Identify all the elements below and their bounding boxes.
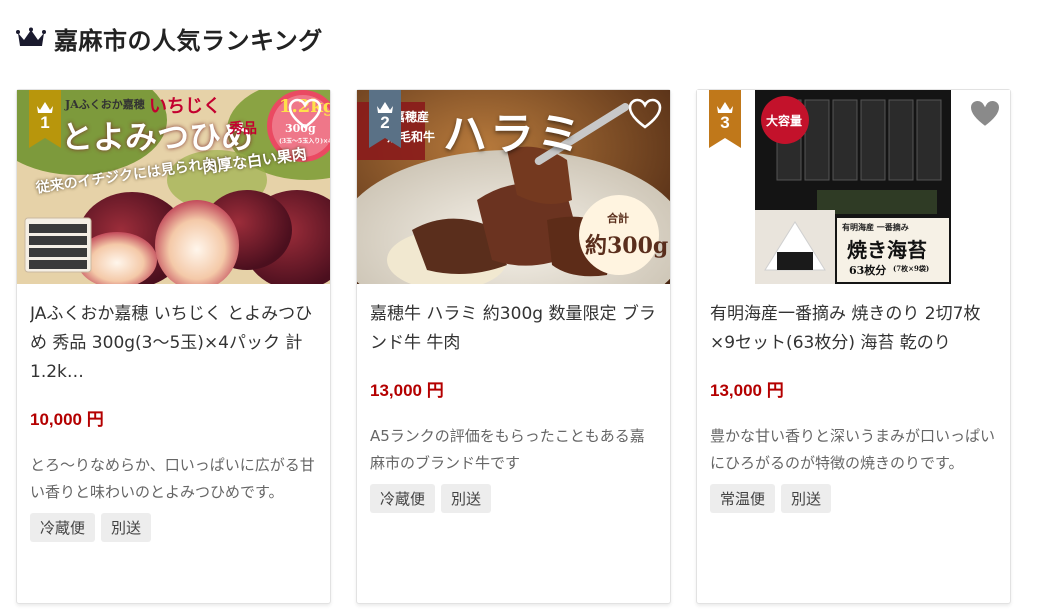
image-text: 約300g <box>585 233 669 259</box>
rank-badge: 2 <box>369 90 401 148</box>
rank-badge: 3 <box>709 90 741 148</box>
card-body: 有明海産一番摘み 焼きのり 2切7枚×9セット(63枚分) 海苔 乾のり 13,… <box>710 300 997 513</box>
product-title[interactable]: JAふくおか嘉穂 いちじく とよみつひめ 秀品 300g(3～5玉)×4パック … <box>30 300 317 387</box>
card-body: 嘉穂牛 ハラミ 約300g 数量限定 ブランド牛 牛肉 13,000 円 A5ラ… <box>370 300 657 513</box>
tag-list: 常温便 別送 <box>710 484 997 513</box>
product-image[interactable]: JAふくおか嘉穂 いちじく とよみつひめ 秀品 1.2kg 300g (3玉～5… <box>17 90 330 284</box>
image-text: (7枚×9袋) <box>893 264 930 273</box>
heart-icon <box>288 98 322 129</box>
heart-icon <box>968 98 1002 129</box>
product-card[interactable]: 大容量 有明海産 一番摘み 焼き海苔 63枚分 (7枚×9袋) 3 有明海産一番… <box>696 89 1011 604</box>
tag-list: 冷蔵便 別送 <box>370 484 657 513</box>
image-text: 焼き海苔 <box>847 238 927 262</box>
price: 13,000 円 <box>370 381 444 400</box>
product-title[interactable]: 有明海産一番摘み 焼きのり 2切7枚×9セット(63枚分) 海苔 乾のり <box>710 300 997 358</box>
product-image[interactable]: 嘉穂産 黒毛和牛 ハラミ 合計 約300g 2 <box>357 90 670 284</box>
shipping-tag: 別送 <box>441 484 492 513</box>
favorite-heart-button[interactable] <box>288 98 322 130</box>
favorite-heart-button[interactable] <box>628 98 662 130</box>
favorite-heart-button[interactable] <box>968 98 1002 130</box>
shipping-tag: 常温便 <box>710 484 776 513</box>
section-title: 嘉麻市の人気ランキング <box>54 26 323 55</box>
image-text: 秀品 <box>229 121 257 137</box>
price: 10,000 円 <box>30 410 104 429</box>
rank-number: 2 <box>380 113 390 132</box>
product-description: A5ランクの評価をもらったこともある嘉麻市のブランド牛です <box>370 427 645 472</box>
image-text: 合計 <box>607 212 629 225</box>
product-card[interactable]: 嘉穂産 黒毛和牛 ハラミ 合計 約300g 2 嘉穂牛 ハラミ 約300g 数量… <box>356 89 671 604</box>
shipping-tag: 冷蔵便 <box>30 513 96 542</box>
image-text: 大容量 <box>766 114 803 128</box>
shipping-tag: 冷蔵便 <box>370 484 436 513</box>
product-card[interactable]: JAふくおか嘉穂 いちじく とよみつひめ 秀品 1.2kg 300g (3玉～5… <box>16 89 331 604</box>
tag-list: 冷蔵便 別送 <box>30 513 317 542</box>
shipping-tag: 別送 <box>781 484 832 513</box>
price: 13,000 円 <box>710 381 784 400</box>
product-image[interactable]: 大容量 有明海産 一番摘み 焼き海苔 63枚分 (7枚×9袋) 3 <box>697 90 1010 284</box>
card-body: JAふくおか嘉穂 いちじく とよみつひめ 秀品 300g(3～5玉)×4パック … <box>30 300 317 542</box>
image-text: 63枚分 <box>849 264 887 277</box>
heart-icon <box>628 98 662 129</box>
product-description: 豊かな甘い香りと深いうまみが口いっぱいにひろがるのが特徴の焼きのりです。 <box>710 427 996 472</box>
crown-icon <box>16 27 46 49</box>
rank-number: 1 <box>40 113 50 132</box>
image-text: 有明海産 一番摘み <box>842 222 909 232</box>
rank-number: 3 <box>720 113 730 132</box>
product-description: とろ～りなめらか、口いっぱいに広がる甘い香りと味わいのとよみつひめです。 <box>30 456 315 501</box>
shipping-tag: 別送 <box>101 513 152 542</box>
image-text: JAふくおか嘉穂 <box>65 98 145 111</box>
section-header: 嘉麻市の人気ランキング <box>16 20 323 56</box>
rank-badge: 1 <box>29 90 61 148</box>
product-title[interactable]: 嘉穂牛 ハラミ 約300g 数量限定 ブランド牛 牛肉 <box>370 300 657 358</box>
image-text: ハラミ <box>443 109 584 160</box>
ranking-list: JAふくおか嘉穂 いちじく とよみつひめ 秀品 1.2kg 300g (3玉～5… <box>16 89 1016 612</box>
